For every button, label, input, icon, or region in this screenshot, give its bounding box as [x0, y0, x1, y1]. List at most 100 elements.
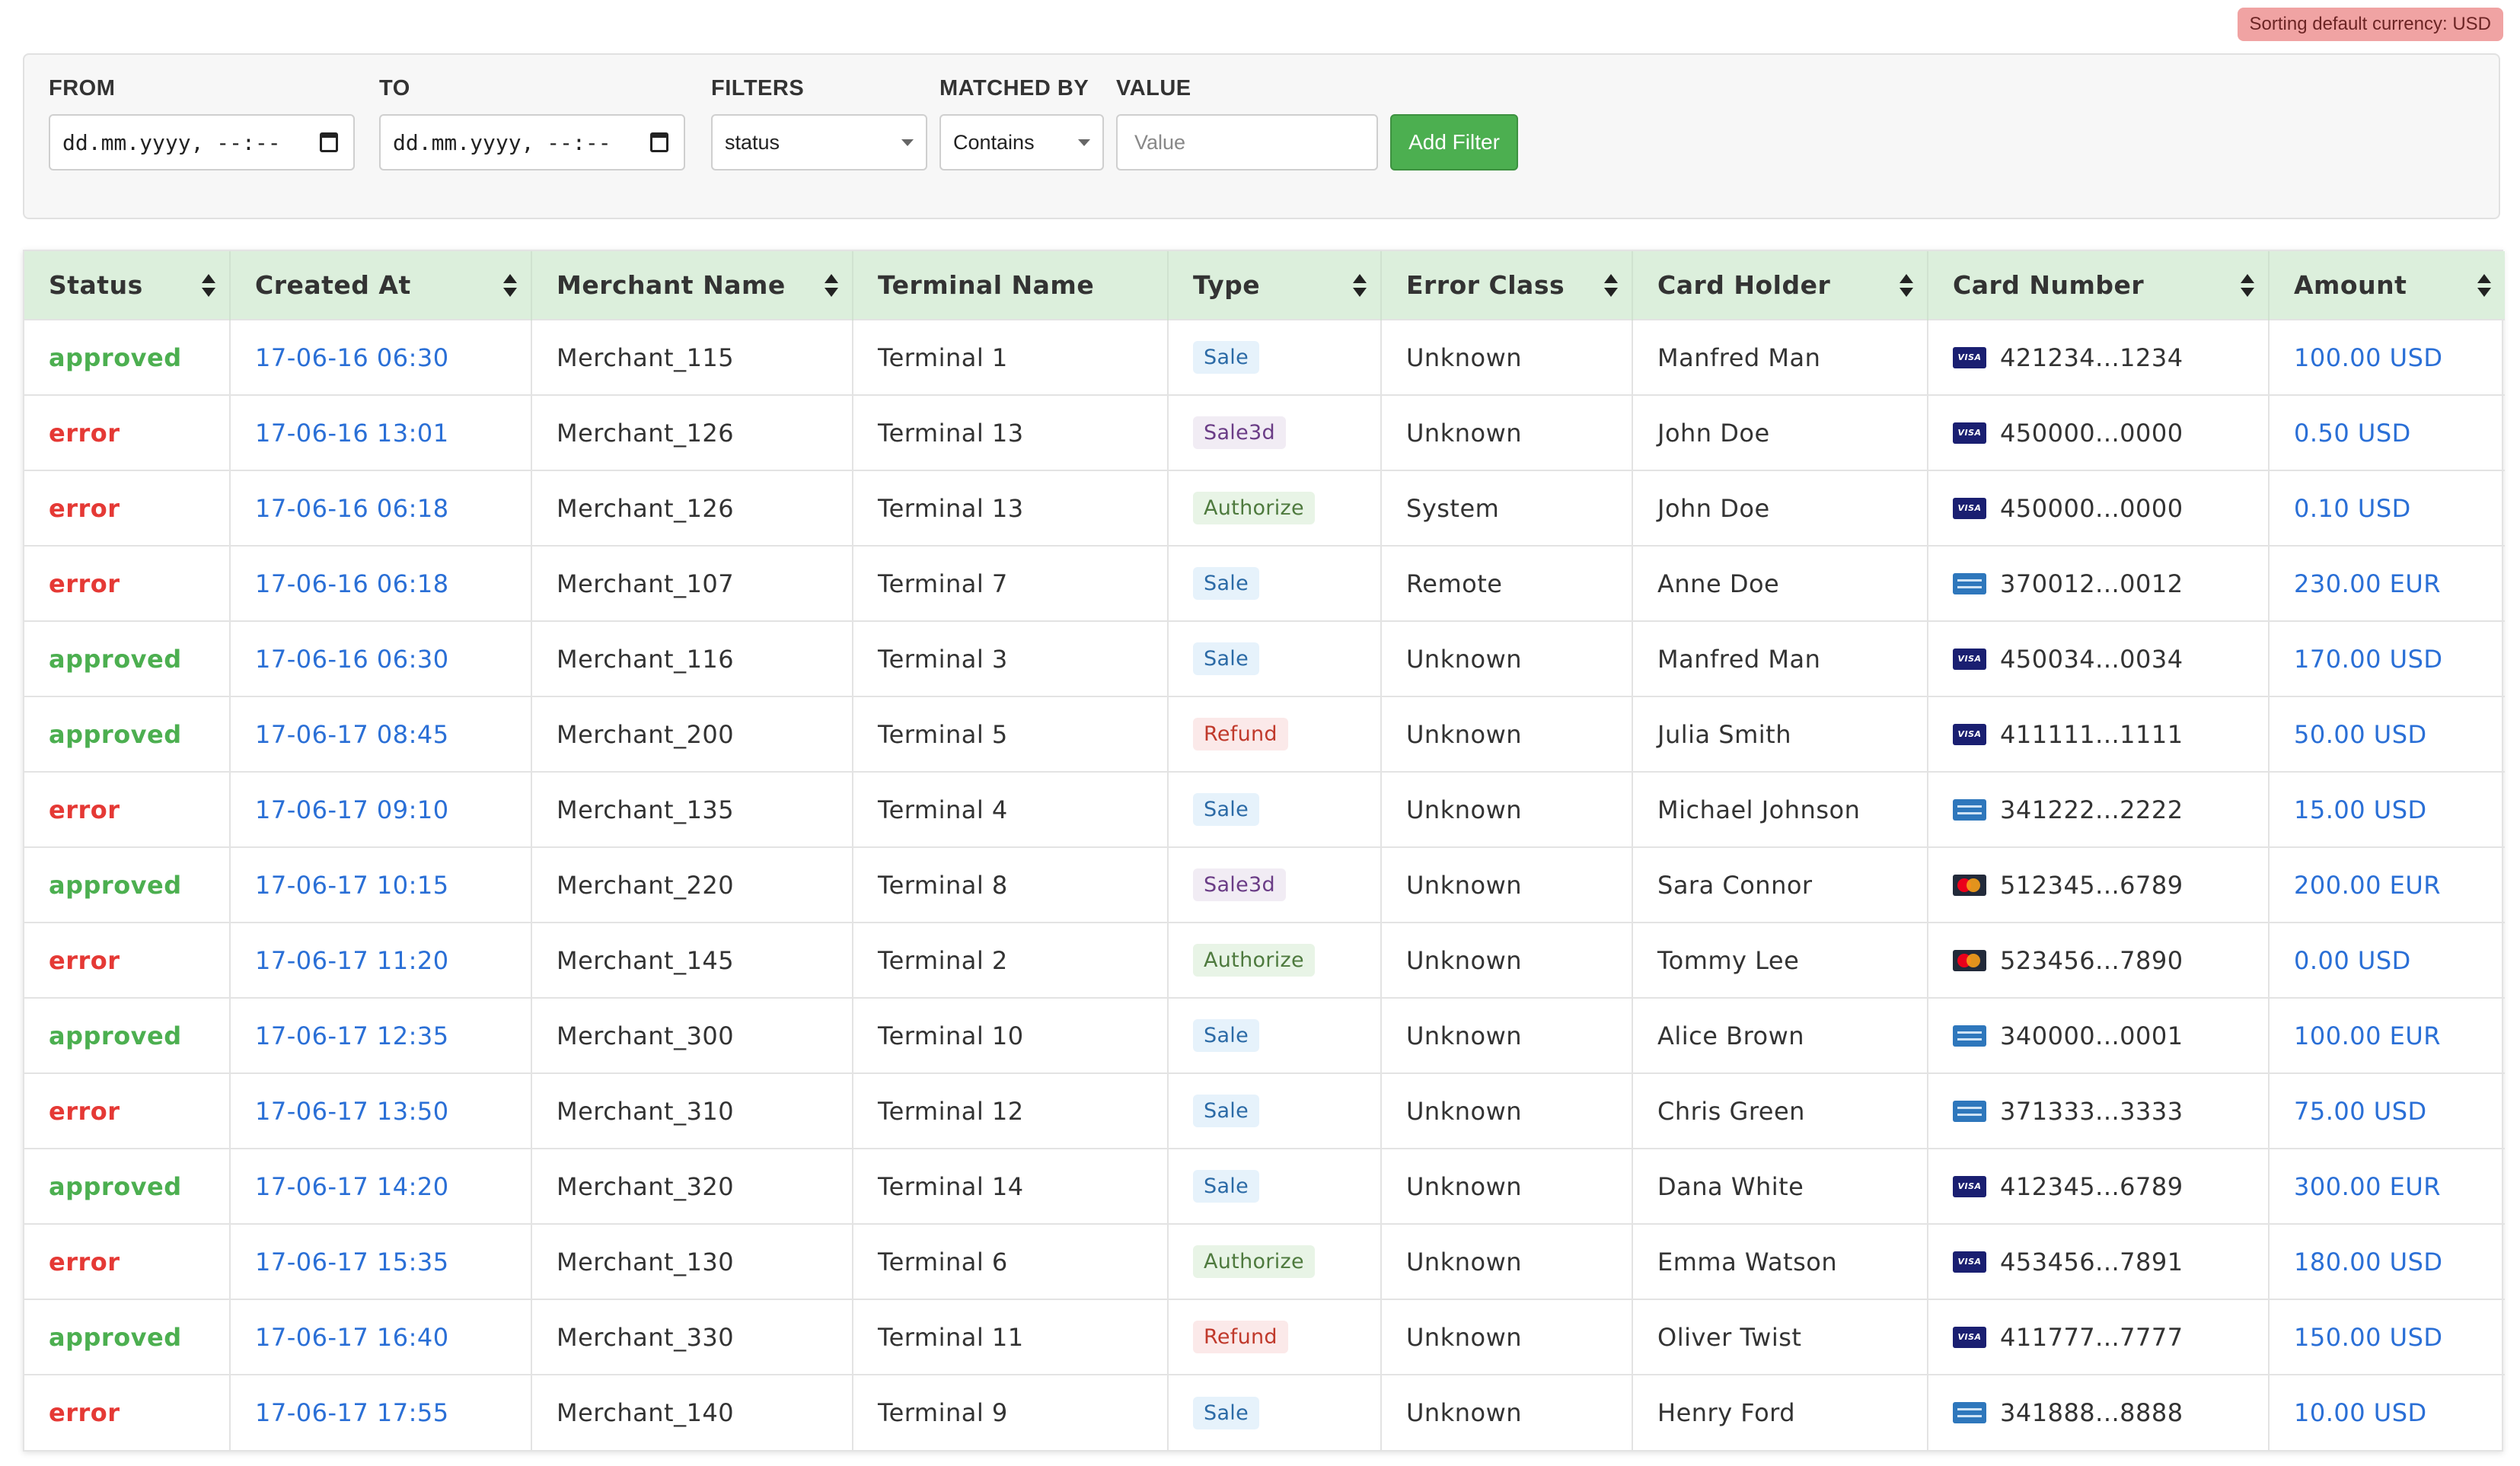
created-at-cell[interactable]: 17-06-17 11:20	[230, 922, 532, 998]
amount-cell[interactable]: 150.00 USD	[2269, 1299, 2505, 1375]
created-at-cell[interactable]: 17-06-16 06:18	[230, 470, 532, 546]
calendar-icon[interactable]	[320, 132, 338, 152]
created-at-cell[interactable]: 17-06-17 16:40	[230, 1299, 532, 1375]
amount-link[interactable]: 100.00 EUR	[2294, 1021, 2441, 1050]
created-at-cell[interactable]: 17-06-16 06:30	[230, 620, 532, 696]
amount-cell[interactable]: 300.00 EUR	[2269, 1148, 2505, 1224]
table-row[interactable]: error 17-06-16 13:01 Merchant_126 Terminal …	[24, 394, 2505, 470]
created-at-cell[interactable]: 17-06-17 14:20	[230, 1148, 532, 1224]
column-header-type[interactable]: Type	[1168, 251, 1382, 320]
card-holder-cell: John Doe	[1632, 394, 1928, 470]
amount-cell[interactable]: 0.50 USD	[2269, 394, 2505, 470]
table-row[interactable]: approved 17-06-16 06:30 Merchant_115 Termin…	[24, 319, 2505, 395]
amount-cell[interactable]: 230.00 EUR	[2269, 545, 2505, 621]
table-row[interactable]: error 17-06-16 06:18 Merchant_107 Terminal …	[24, 545, 2505, 621]
amount-link[interactable]: 100.00 USD	[2294, 343, 2443, 372]
amount-link[interactable]: 170.00 USD	[2294, 645, 2443, 674]
created-at-link[interactable]: 17-06-16 06:18	[255, 494, 449, 523]
created-at-link[interactable]: 17-06-16 06:30	[255, 343, 449, 372]
table-row[interactable]: error 17-06-16 06:18 Merchant_126 Terminal …	[24, 470, 2505, 546]
filter-field-select[interactable]: status	[711, 114, 927, 171]
amount-link[interactable]: 150.00 USD	[2294, 1323, 2443, 1352]
sort-icon[interactable]	[202, 274, 215, 297]
from-datetime-input[interactable]: dd.mm.yyyy, --:--	[49, 114, 355, 171]
created-at-cell[interactable]: 17-06-16 13:01	[230, 394, 532, 470]
created-at-link[interactable]: 17-06-17 08:45	[255, 720, 449, 749]
created-at-cell[interactable]: 17-06-17 15:35	[230, 1223, 532, 1299]
amount-link[interactable]: 0.50 USD	[2294, 419, 2411, 448]
amount-cell[interactable]: 15.00 USD	[2269, 771, 2505, 847]
amount-link[interactable]: 300.00 EUR	[2294, 1172, 2441, 1201]
created-at-link[interactable]: 17-06-17 17:55	[255, 1398, 449, 1427]
amount-link[interactable]: 10.00 USD	[2294, 1398, 2427, 1427]
amount-cell[interactable]: 0.10 USD	[2269, 470, 2505, 546]
column-header-merchant-name[interactable]: Merchant Name	[531, 251, 853, 320]
amount-cell[interactable]: 200.00 EUR	[2269, 846, 2505, 923]
column-header-amount[interactable]: Amount	[2269, 251, 2505, 320]
value-input[interactable]: Value	[1116, 114, 1378, 171]
amount-link[interactable]: 200.00 EUR	[2294, 871, 2441, 900]
created-at-link[interactable]: 17-06-17 16:40	[255, 1323, 449, 1352]
table-row[interactable]: approved 17-06-17 16:40 Merchant_330 Termin…	[24, 1299, 2505, 1375]
created-at-cell[interactable]: 17-06-16 06:18	[230, 545, 532, 621]
table-row[interactable]: error 17-06-17 17:55 Merchant_140 Terminal …	[24, 1374, 2505, 1450]
amount-cell[interactable]: 170.00 USD	[2269, 620, 2505, 696]
created-at-cell[interactable]: 17-06-17 08:45	[230, 696, 532, 772]
created-at-link[interactable]: 17-06-17 11:20	[255, 946, 449, 975]
amount-cell[interactable]: 100.00 USD	[2269, 319, 2505, 395]
amount-cell[interactable]: 75.00 USD	[2269, 1072, 2505, 1149]
table-row[interactable]: error 17-06-17 13:50 Merchant_310 Terminal …	[24, 1072, 2505, 1149]
column-header-card-number[interactable]: Card Number	[1928, 251, 2270, 320]
column-header-status[interactable]: Status	[24, 251, 231, 320]
created-at-link[interactable]: 17-06-16 06:18	[255, 569, 449, 598]
sort-icon[interactable]	[825, 274, 838, 297]
matched-by-select[interactable]: Contains	[939, 114, 1104, 171]
add-filter-button[interactable]: Add Filter	[1390, 114, 1518, 171]
created-at-link[interactable]: 17-06-17 15:35	[255, 1248, 449, 1276]
table-row[interactable]: approved 17-06-17 08:45 Merchant_200 Termin…	[24, 696, 2505, 772]
created-at-link[interactable]: 17-06-16 06:30	[255, 645, 449, 674]
sort-icon[interactable]	[503, 274, 517, 297]
created-at-cell[interactable]: 17-06-16 06:30	[230, 319, 532, 395]
created-at-cell[interactable]: 17-06-17 09:10	[230, 771, 532, 847]
table-row[interactable]: approved 17-06-16 06:30 Merchant_116 Termin…	[24, 620, 2505, 696]
table-row[interactable]: approved 17-06-17 12:35 Merchant_300 Termin…	[24, 997, 2505, 1073]
created-at-cell[interactable]: 17-06-17 10:15	[230, 846, 532, 923]
created-at-link[interactable]: 17-06-17 10:15	[255, 871, 449, 900]
column-header-error-class[interactable]: Error Class	[1381, 251, 1633, 320]
amount-link[interactable]: 0.00 USD	[2294, 946, 2411, 975]
table-row[interactable]: approved 17-06-17 10:15 Merchant_220 Termin…	[24, 846, 2505, 923]
amount-link[interactable]: 15.00 USD	[2294, 795, 2427, 824]
created-at-link[interactable]: 17-06-17 14:20	[255, 1172, 449, 1201]
to-datetime-input[interactable]: dd.mm.yyyy, --:--	[379, 114, 685, 171]
sort-icon[interactable]	[1604, 274, 1618, 297]
created-at-link[interactable]: 17-06-17 09:10	[255, 795, 449, 824]
created-at-link[interactable]: 17-06-17 12:35	[255, 1021, 449, 1050]
sort-icon[interactable]	[2477, 274, 2491, 297]
amount-cell[interactable]: 180.00 USD	[2269, 1223, 2505, 1299]
created-at-link[interactable]: 17-06-17 13:50	[255, 1097, 449, 1126]
amount-cell[interactable]: 0.00 USD	[2269, 922, 2505, 998]
created-at-cell[interactable]: 17-06-17 12:35	[230, 997, 532, 1073]
amount-link[interactable]: 180.00 USD	[2294, 1248, 2443, 1276]
created-at-link[interactable]: 17-06-16 13:01	[255, 419, 449, 448]
sort-icon[interactable]	[1900, 274, 1913, 297]
column-header-card-holder[interactable]: Card Holder	[1632, 251, 1928, 320]
sort-icon[interactable]	[1353, 274, 1367, 297]
amount-cell[interactable]: 100.00 EUR	[2269, 997, 2505, 1073]
column-header-created-at[interactable]: Created At	[230, 251, 532, 320]
table-row[interactable]: approved 17-06-17 14:20 Merchant_320 Termin…	[24, 1148, 2505, 1224]
amount-link[interactable]: 230.00 EUR	[2294, 569, 2441, 598]
sort-icon[interactable]	[2241, 274, 2254, 297]
amount-link[interactable]: 50.00 USD	[2294, 720, 2427, 749]
table-row[interactable]: error 17-06-17 11:20 Merchant_145 Terminal …	[24, 922, 2505, 998]
table-row[interactable]: error 17-06-17 15:35 Merchant_130 Terminal …	[24, 1223, 2505, 1299]
amount-cell[interactable]: 50.00 USD	[2269, 696, 2505, 772]
amount-link[interactable]: 75.00 USD	[2294, 1097, 2427, 1126]
amount-link[interactable]: 0.10 USD	[2294, 494, 2411, 523]
calendar-icon[interactable]	[650, 132, 668, 152]
created-at-cell[interactable]: 17-06-17 17:55	[230, 1374, 532, 1450]
table-row[interactable]: error 17-06-17 09:10 Merchant_135 Terminal …	[24, 771, 2505, 847]
amount-cell[interactable]: 10.00 USD	[2269, 1374, 2505, 1450]
created-at-cell[interactable]: 17-06-17 13:50	[230, 1072, 532, 1149]
